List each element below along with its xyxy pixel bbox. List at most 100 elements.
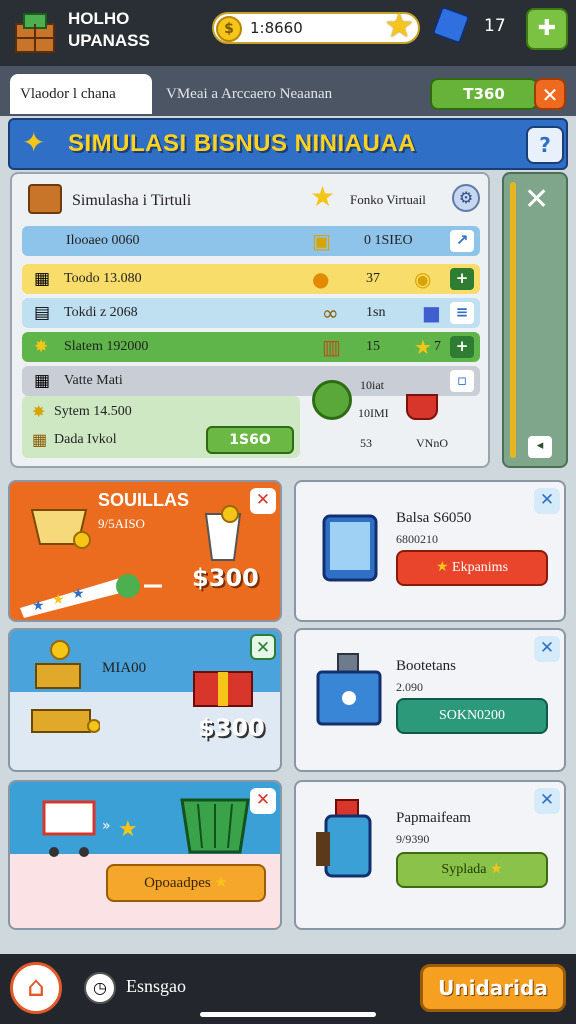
update-button[interactable]: Unidarida xyxy=(420,964,566,1012)
row-label: Toodo 13.080 xyxy=(64,271,142,286)
card-price: $300 xyxy=(192,564,259,592)
list-item[interactable]: ▦ Toodo 13.080 ● 37 ◉ + xyxy=(22,264,480,294)
star-badge-icon: ✸ xyxy=(34,337,49,357)
coin-icon: ◉ xyxy=(414,267,432,291)
side-text: VNnO xyxy=(416,436,448,450)
card-action-button[interactable]: Syplada ★ xyxy=(396,852,548,888)
simulation-panel: Simulasha i Tirtuli ★ Fonko Virtuail ⚙ I… xyxy=(10,172,490,468)
coins-icon: ● xyxy=(312,267,330,291)
add-icon[interactable]: + xyxy=(450,336,474,358)
machine-icon xyxy=(316,653,382,726)
add-icon[interactable]: + xyxy=(450,268,474,290)
close-icon[interactable]: ✕ xyxy=(250,488,276,514)
settings-button[interactable]: ✚ xyxy=(526,8,568,50)
list-icon[interactable]: ≡ xyxy=(450,302,474,324)
close-icon[interactable]: ✕ xyxy=(250,634,276,660)
side-text: 53 xyxy=(360,436,372,450)
tab-inactive[interactable]: VMeai a Arccaero Neaanan xyxy=(166,86,332,103)
card-action-button[interactable]: SOKN0200 xyxy=(396,698,548,734)
row-value: 1sn xyxy=(366,305,386,320)
star-badge-icon: ✸ xyxy=(32,404,46,421)
tab-active[interactable]: Vlaodor l chana xyxy=(10,74,152,114)
chart-icon[interactable]: ↗ xyxy=(450,230,474,252)
link-icon: ∞ xyxy=(322,301,339,325)
row-label: Vatte Mati xyxy=(64,373,123,388)
app-title-line2: UPANASS xyxy=(68,31,150,50)
star-icon: ★ xyxy=(414,335,432,359)
close-icon[interactable]: ✕ xyxy=(534,78,566,110)
help-icon[interactable]: ? xyxy=(526,126,564,164)
home-indicator xyxy=(200,1012,376,1017)
gem-icon[interactable] xyxy=(431,5,471,45)
coin-stack-icon: ▣ xyxy=(312,229,331,253)
offer-card[interactable]: Balsa S6050 6800210 ★ Ekpanims ✕ xyxy=(294,480,566,622)
button-label: Ekpanims xyxy=(452,560,509,575)
close-icon[interactable]: ✕ xyxy=(534,788,560,814)
card-title: SOUILLAS xyxy=(98,490,190,510)
close-icon[interactable]: ✕ xyxy=(534,636,560,662)
row-value: 15 xyxy=(366,339,380,354)
card-label: MIA00 xyxy=(102,660,147,676)
row-label: Ilooaeo 0060 xyxy=(66,233,140,248)
star-icon[interactable]: ★ xyxy=(384,6,414,46)
expand-icon[interactable]: ◂ xyxy=(528,436,552,458)
app-title: HOLHO UPANASS xyxy=(68,8,150,52)
crate-icon: ▥ xyxy=(322,335,341,359)
card-price: $300 xyxy=(198,714,265,742)
list-item[interactable]: ✸ Slatem 192000 ▥ 15 ★ 7 + xyxy=(22,332,480,362)
progress-stars-icon: ★ ★ ★ xyxy=(20,574,162,618)
side-text: 10iat xyxy=(360,378,384,392)
cube-icon: ■ xyxy=(422,301,441,325)
list-item[interactable]: ▦ Vatte Mati ▫ xyxy=(22,366,480,396)
offer-card[interactable]: SOUILLAS 9/5AISO ★ ★ ★ $300 ✕ xyxy=(8,480,282,622)
pie-chart-icon xyxy=(312,380,352,420)
lower-action-button[interactable]: 1S6O xyxy=(206,426,294,454)
wrench-icon[interactable]: ✕ xyxy=(524,182,549,217)
close-icon[interactable]: ✕ xyxy=(534,488,560,514)
row-value: 37 xyxy=(366,271,380,286)
card-action-button[interactable]: Opoaadpes ★ xyxy=(106,864,266,902)
scrollbar[interactable] xyxy=(510,182,516,458)
lower-row-label: Sytem 14.500 xyxy=(54,404,132,419)
coin-value: 1:8660 xyxy=(250,19,303,37)
svg-text:★: ★ xyxy=(32,598,45,614)
list-item[interactable]: ▤ Tokdi z 2068 ∞ 1sn ■ ≡ xyxy=(22,298,480,328)
star-icon: ★ xyxy=(435,560,453,575)
button-label: Opoaadpes xyxy=(144,875,211,891)
box-icon: ▦ xyxy=(34,371,51,391)
offer-card[interactable]: Papmaifeam 9/9390 Syplada ★ ✕ xyxy=(294,780,566,930)
star-icon: ★ xyxy=(310,180,336,213)
offer-card[interactable]: Bootetans 2.090 SOKN0200 ✕ xyxy=(294,628,566,772)
gear-icon[interactable]: ⚙ xyxy=(452,184,480,212)
box-icon: ▦ xyxy=(34,269,51,289)
panel-title: Simulasha i Tirtuli xyxy=(72,192,192,209)
crate-icon xyxy=(28,184,62,214)
bottom-bar: ⌂ ◷ Esnsgao Unidarida xyxy=(0,954,576,1024)
clock-icon[interactable]: ◷ xyxy=(84,972,116,1004)
tab-bar: Vlaodor l chana VMeai a Arccaero Neaanan… xyxy=(0,66,576,116)
tab-action-button[interactable]: T360 xyxy=(430,78,538,110)
svg-text:»: » xyxy=(102,818,111,834)
shop-crate-icon xyxy=(15,13,55,53)
app-title-line1: HOLHO xyxy=(68,9,130,28)
close-icon[interactable]: ✕ xyxy=(250,788,276,814)
offer-card[interactable]: » ★ Opoaadpes ★ ✕ xyxy=(8,780,282,930)
cup-icon xyxy=(204,505,242,561)
svg-text:★: ★ xyxy=(52,592,65,608)
panel-right-label: Fonko Virtuail xyxy=(350,192,426,207)
side-text: 10IMI xyxy=(358,406,389,420)
card-title: Papmaifeam xyxy=(396,810,471,826)
home-icon[interactable]: ⌂ xyxy=(10,962,62,1014)
crate-icon xyxy=(31,640,100,733)
star-icon: ★ xyxy=(490,862,503,877)
coin-icon: $ xyxy=(216,16,242,42)
pin-icon: ✦ xyxy=(22,126,46,159)
title-banner: ✦ SIMULASI BISNUS NINIAUAA ? xyxy=(8,118,568,170)
card-title: Bootetans xyxy=(396,658,456,674)
lower-row-label: Dada Ivkol xyxy=(54,432,117,447)
offer-card[interactable]: MIA00 $300 ✕ xyxy=(8,628,282,772)
screen-icon[interactable]: ▫ xyxy=(450,370,474,392)
list-item[interactable]: Ilooaeo 0060 ▣ 0 1SIEO ↗ xyxy=(22,226,480,256)
card-action-button[interactable]: ★ Ekpanims xyxy=(396,550,548,586)
button-label: Syplada xyxy=(441,862,487,877)
